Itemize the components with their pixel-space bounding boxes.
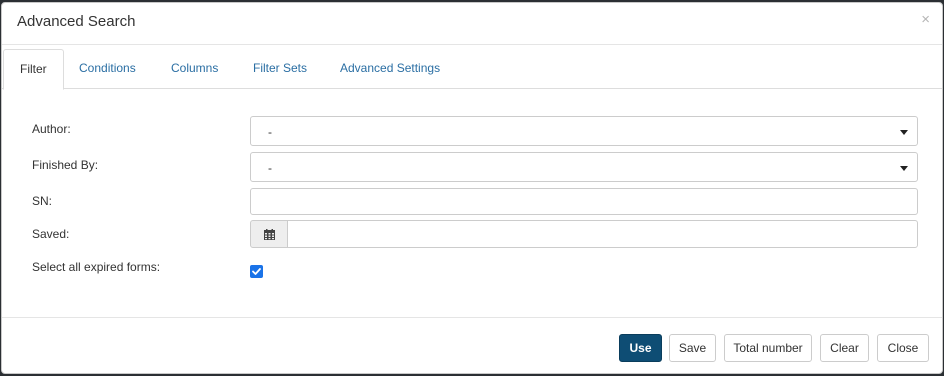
caret-down-icon <box>900 166 908 171</box>
clear-button[interactable]: Clear <box>820 334 869 362</box>
tab-conditions[interactable]: Conditions <box>63 49 152 90</box>
author-select[interactable]: - <box>250 116 918 146</box>
total-number-button[interactable]: Total number <box>724 334 812 362</box>
author-label: Author: <box>32 122 71 136</box>
close-button[interactable]: Close <box>877 334 929 362</box>
save-button[interactable]: Save <box>669 334 716 362</box>
dialog-title: Advanced Search <box>17 13 136 30</box>
dialog-footer: Use Save Total number Clear Close <box>2 317 942 373</box>
expired-forms-checkbox[interactable] <box>250 265 263 278</box>
checkmark-icon <box>252 268 261 275</box>
finished-by-select[interactable]: - <box>250 152 918 182</box>
tab-filter-sets[interactable]: Filter Sets <box>237 49 323 90</box>
author-select-value: - <box>268 125 272 139</box>
close-icon[interactable]: × <box>921 12 930 27</box>
tab-bar: Filter Conditions Columns Filter Sets Ad… <box>2 45 942 90</box>
sn-input[interactable] <box>250 188 918 215</box>
saved-label: Saved: <box>32 227 70 241</box>
sn-label: SN: <box>32 194 53 208</box>
calendar-button[interactable] <box>250 220 288 248</box>
tab-advanced-settings[interactable]: Advanced Settings <box>324 49 456 90</box>
expired-forms-label: Select all expired forms: <box>32 260 161 274</box>
saved-date-input[interactable] <box>287 220 918 248</box>
advanced-search-dialog: Advanced Search × Filter Conditions Colu… <box>1 2 943 374</box>
dialog-header: Advanced Search × <box>2 3 942 45</box>
caret-down-icon <box>900 130 908 135</box>
tab-filter[interactable]: Filter <box>3 49 64 90</box>
tab-columns[interactable]: Columns <box>155 49 234 90</box>
finished-by-label: Finished By: <box>32 158 99 172</box>
finished-by-select-value: - <box>268 161 272 175</box>
calendar-icon <box>264 229 275 240</box>
saved-date-field <box>250 220 918 248</box>
use-button[interactable]: Use <box>619 334 662 362</box>
